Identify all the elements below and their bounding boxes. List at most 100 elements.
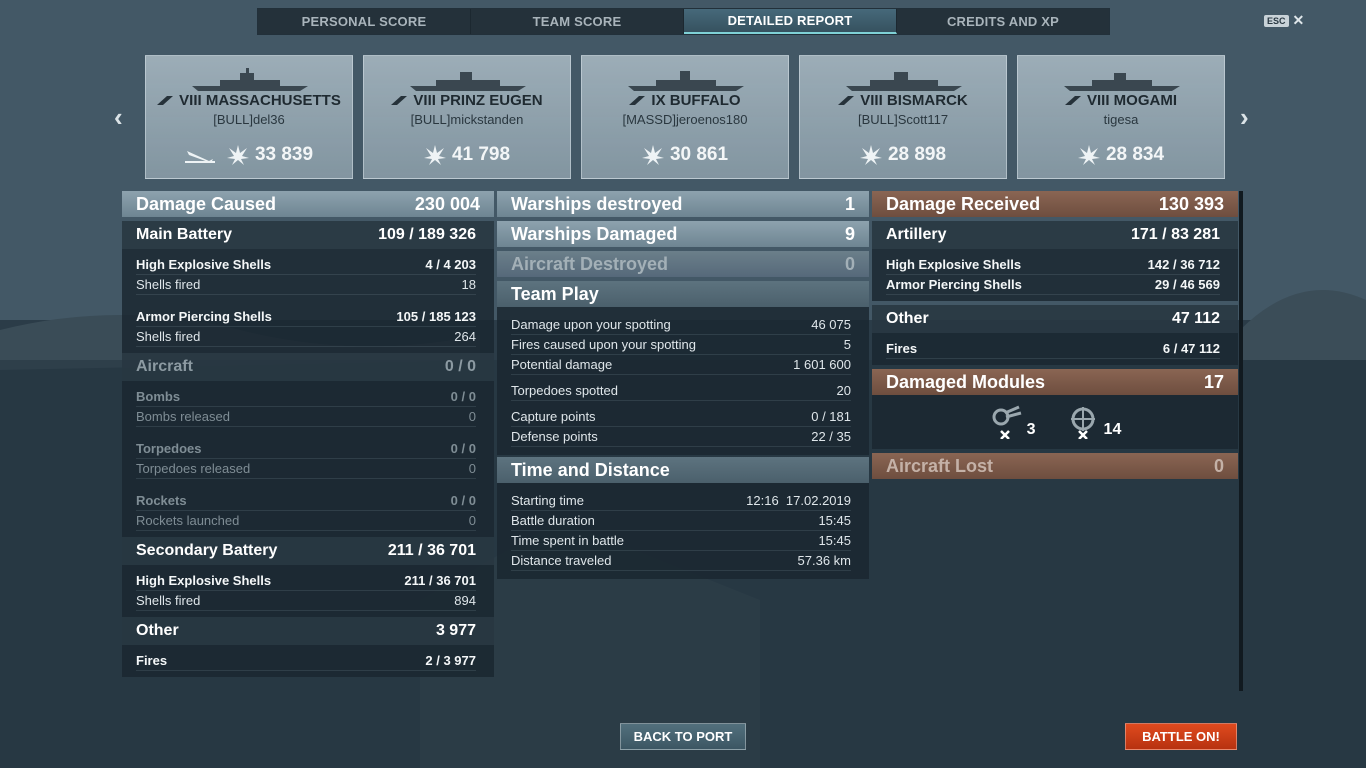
ship-tier: VIII bbox=[1086, 92, 1110, 109]
ship-class-icon bbox=[157, 96, 174, 105]
ship-silhouette-icon bbox=[628, 71, 744, 91]
tab-team-score[interactable]: TEAM SCORE bbox=[471, 9, 684, 34]
ship-name: VIII MOGAMI bbox=[1018, 92, 1224, 109]
close-button[interactable]: ESC ✕ bbox=[1264, 12, 1304, 29]
ship-card[interactable]: VIII MASSACHUSETTS [BULL]del36 33 839 bbox=[145, 55, 353, 179]
stat-row: Damage upon your spotting 46 075 bbox=[511, 315, 851, 335]
stat-row: Rockets 0 / 0 bbox=[136, 491, 476, 511]
damage-burst-icon bbox=[641, 145, 664, 165]
warships-damaged-row: Warships Damaged 9 bbox=[497, 221, 869, 247]
damage-caused-panel: Damage Caused 230 004 Main Battery 109 / 1… bbox=[122, 191, 494, 677]
stat-row: Torpedoes spotted 20 bbox=[511, 381, 851, 401]
stat-row: Shells fired 894 bbox=[136, 591, 476, 611]
module-item: 14 bbox=[1066, 405, 1121, 439]
ship-tier: VIII bbox=[413, 92, 436, 109]
ship-damage: 33 839 bbox=[146, 144, 352, 166]
ship-silhouette-icon bbox=[192, 68, 308, 91]
tab-detailed-report[interactable]: DETAILED REPORT bbox=[684, 9, 897, 34]
esc-key-badge: ESC bbox=[1264, 14, 1289, 27]
player-name: [BULL]Scott117 bbox=[857, 112, 949, 127]
ship-damage: 41 798 bbox=[364, 144, 570, 166]
damage-received-header: Damage Received 130 393 bbox=[872, 191, 1238, 217]
stat-row: Fires 2 / 3 977 bbox=[136, 651, 476, 671]
ship-title: PRINZ EUGEN bbox=[440, 92, 543, 109]
ship-name: VIII MASSACHUSETTS bbox=[146, 92, 352, 109]
secondary-battery-header: Secondary Battery 211 / 36 701 bbox=[122, 537, 494, 565]
module-item: 3 bbox=[989, 405, 1036, 439]
back-to-port-button[interactable]: BACK TO PORT bbox=[620, 723, 746, 750]
player-name: [BULL]mickstanden bbox=[410, 112, 524, 127]
stat-row: Bombs 0 / 0 bbox=[136, 387, 476, 407]
gun-module-icon bbox=[992, 405, 1022, 439]
stat-row: Torpedoes released 0 bbox=[136, 459, 476, 479]
aircraft-lost-header: Aircraft Lost 0 bbox=[872, 453, 1238, 479]
tab-credits-and-xp[interactable]: CREDITS AND XP bbox=[897, 9, 1109, 34]
aircraft-destroyed-row: Aircraft Destroyed 0 bbox=[497, 251, 869, 277]
stat-row: Potential damage 1 601 600 bbox=[511, 355, 851, 375]
damaged-modules-list: 3 14 bbox=[872, 395, 1238, 449]
stat-row: Capture points 0 / 181 bbox=[511, 407, 851, 427]
ship-name: VIII PRINZ EUGEN bbox=[364, 92, 570, 109]
ship-damage: 28 834 bbox=[1018, 144, 1224, 166]
secondary-battery-details: High Explosive Shells 211 / 36 701 Shells… bbox=[122, 565, 494, 617]
ship-destroyed-icon bbox=[184, 151, 215, 163]
damage-burst-icon bbox=[423, 145, 446, 165]
aircraft-details: Bombs 0 / 0 Bombs released 0 Torpedoes 0 / … bbox=[122, 381, 494, 537]
stat-row: Fires caused upon your spotting 5 bbox=[511, 335, 851, 355]
report-tabs: PERSONAL SCORE TEAM SCORE DETAILED REPOR… bbox=[257, 8, 1110, 35]
stat-row: Shells fired 264 bbox=[136, 327, 476, 347]
close-icon: ✕ bbox=[1292, 12, 1305, 28]
ship-damage-value: 28 834 bbox=[1105, 144, 1165, 165]
warships-destroyed-row: Warships destroyed 1 bbox=[497, 191, 869, 217]
ship-title: MOGAMI bbox=[1113, 92, 1177, 109]
ship-tier: VIII bbox=[860, 92, 883, 109]
ship-silhouette-icon bbox=[846, 72, 962, 91]
stat-row: Rockets launched 0 bbox=[136, 511, 476, 531]
artillery-details: High Explosive Shells 142 / 36 712 Armor … bbox=[872, 249, 1238, 301]
stat-row: Bombs released 0 bbox=[136, 407, 476, 427]
damage-burst-icon bbox=[1077, 145, 1100, 165]
ship-card[interactable]: IX BUFFALO [MASSD]jeroenos180 30 861 bbox=[581, 55, 789, 179]
stat-row: High Explosive Shells 142 / 36 712 bbox=[886, 255, 1220, 275]
player-name: [MASSD]jeroenos180 bbox=[622, 112, 748, 127]
battle-on-button[interactable]: BATTLE ON! bbox=[1125, 723, 1237, 750]
stat-row: Shells fired 18 bbox=[136, 275, 476, 295]
ship-card[interactable]: VIII PRINZ EUGEN [BULL]mickstanden 41 79… bbox=[363, 55, 571, 179]
stat-row: High Explosive Shells 4 / 4 203 bbox=[136, 255, 476, 275]
ship-damage-value: 28 898 bbox=[887, 144, 947, 165]
ship-silhouette-icon bbox=[410, 72, 526, 91]
damage-burst-icon bbox=[226, 145, 249, 165]
scrollbar[interactable] bbox=[1239, 191, 1243, 691]
ship-title: BUFFALO bbox=[669, 92, 741, 109]
time-distance-header: Time and Distance bbox=[497, 457, 869, 483]
ship-damage: 30 861 bbox=[582, 144, 788, 166]
main-battery-header: Main Battery 109 / 189 326 bbox=[122, 221, 494, 249]
stat-row: Fires 6 / 47 112 bbox=[886, 339, 1220, 359]
ship-card[interactable]: VIII BISMARCK [BULL]Scott117 28 898 bbox=[799, 55, 1007, 179]
aircraft-header: Aircraft 0 / 0 bbox=[122, 353, 494, 381]
damage-received-panel: Damage Received 130 393 Artillery 171 / 83… bbox=[872, 191, 1238, 479]
damage-burst-icon bbox=[859, 145, 882, 165]
ship-class-icon bbox=[1064, 96, 1081, 105]
other-received-header: Other 47 112 bbox=[872, 305, 1238, 333]
battle-summary-panel: Warships destroyed 1 Warships Damaged 9 Ai… bbox=[497, 191, 869, 579]
next-ship-arrow-icon[interactable]: › bbox=[1240, 104, 1249, 130]
artillery-header: Artillery 171 / 83 281 bbox=[872, 221, 1238, 249]
ship-class-icon bbox=[391, 96, 408, 105]
prev-ship-arrow-icon[interactable]: ‹ bbox=[114, 104, 123, 130]
ship-tier: VIII bbox=[179, 92, 202, 109]
team-play-details: Damage upon your spotting 46 075 Fires ca… bbox=[497, 307, 869, 455]
ship-card[interactable]: VIII MOGAMI tigesa 28 834 bbox=[1017, 55, 1225, 179]
damage-caused-header: Damage Caused 230 004 bbox=[122, 191, 494, 217]
ship-title: BISMARCK bbox=[886, 92, 968, 109]
stat-row: Defense points 22 / 35 bbox=[511, 427, 851, 447]
player-name: [BULL]del36 bbox=[213, 112, 285, 127]
tab-personal-score[interactable]: PERSONAL SCORE bbox=[258, 9, 471, 34]
steering-module-icon bbox=[1070, 407, 1095, 439]
other-received-details: Fires 6 / 47 112 bbox=[872, 333, 1238, 365]
ship-tier: IX bbox=[651, 92, 666, 109]
ship-class-icon bbox=[629, 96, 646, 105]
ship-silhouette-icon bbox=[1064, 73, 1180, 91]
main-battery-details: High Explosive Shells 4 / 4 203 Shells fi… bbox=[122, 249, 494, 353]
ship-damage-value: 33 839 bbox=[254, 144, 314, 165]
